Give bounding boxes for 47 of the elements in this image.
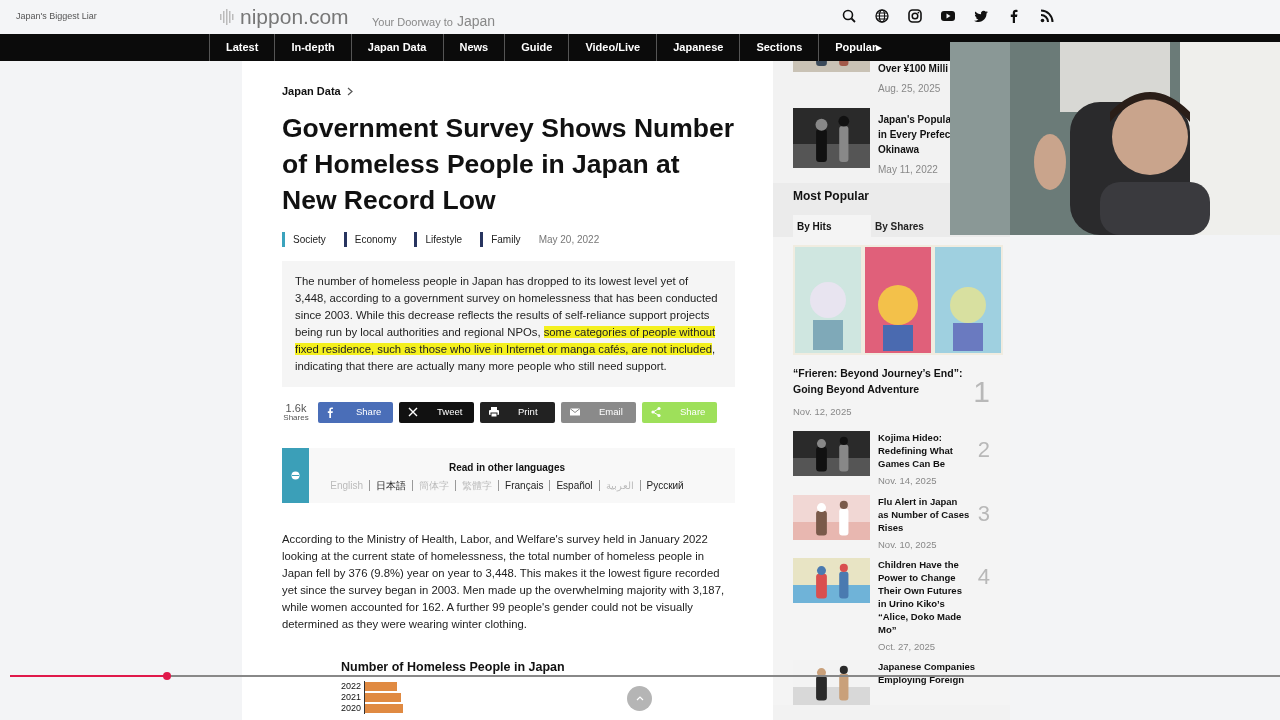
site-logo[interactable]: nippon.com bbox=[240, 6, 349, 27]
article-date: Nov. 12, 2025 bbox=[793, 405, 853, 419]
rank-number: 4 bbox=[977, 562, 990, 591]
tab[interactable]: By Shares bbox=[871, 215, 949, 237]
section-heading: Most Popular bbox=[793, 188, 870, 205]
year-label: 2020 bbox=[341, 703, 362, 715]
language-link[interactable]: 日本語 bbox=[369, 479, 413, 491]
article-date: Aug. 25, 2025 bbox=[878, 82, 942, 96]
article-link[interactable]: “Frieren: Beyond Journey’s End”: Going Beyond Adventure bbox=[793, 365, 972, 397]
article-title: Government Survey Shows Number of Homeless People in Japan at New Record Low bbox=[282, 111, 735, 217]
chart-title: Number of Homeless People in Japan bbox=[341, 658, 566, 676]
share-button[interactable]: Tweet bbox=[399, 401, 474, 423]
summary-text: The number of homeless people in Japan has dropped to its lowest level yet of 3,448, according to a government survey on homelessness that has been conducted since 2003. While this decrease reflects the results of self-reliance support projects being run by local authorities and regional NPOs, some categories of people without fixed residence, such as those who live in Internet or manga cafés, are not included, indicating that there are actually many more people who still need support. bbox=[295, 273, 719, 374]
tagline-word: Japan bbox=[456, 12, 496, 31]
category-tag[interactable]: Family bbox=[480, 231, 529, 247]
tab[interactable]: By Hits bbox=[793, 215, 871, 237]
language-link[interactable]: Español bbox=[549, 479, 599, 491]
language-link[interactable]: Français bbox=[498, 479, 550, 491]
article-link[interactable]: Kojima Hideo: Redefining What Games Can Be bbox=[878, 431, 970, 471]
rank-number: 2 bbox=[977, 436, 990, 465]
article-link[interactable]: Children Have the Power to Change Their Own Futures in Urino Kiko’s “Alice, Doko Made Mo” bbox=[878, 557, 970, 636]
year-label: 2021 bbox=[341, 692, 362, 704]
rank-number: 1 bbox=[973, 374, 990, 410]
rank-number: 3 bbox=[977, 499, 990, 528]
share-button[interactable]: Share bbox=[318, 401, 393, 423]
article-link[interactable]: Flu Alert in Japan as Number of Cases Rises bbox=[878, 494, 970, 534]
category-tag[interactable]: Economy bbox=[343, 231, 405, 247]
article-date: Oct. 27, 2025 bbox=[878, 639, 937, 654]
article-date: May 11, 2022 bbox=[878, 163, 939, 177]
category-tag[interactable]: Lifestyle bbox=[414, 231, 471, 247]
share-count: 1.6k bbox=[285, 402, 307, 414]
article-date: Nov. 10, 2025 bbox=[878, 537, 938, 552]
breadcrumb-link[interactable]: Japan Data bbox=[282, 83, 341, 100]
article-link[interactable]: Japan's Popula in Every Prefec Okinawa bbox=[878, 112, 951, 157]
year-label: 2022 bbox=[341, 681, 362, 693]
tagline: Your Doorway to bbox=[372, 15, 453, 30]
body-paragraph: According to the Ministry of Health, Labor, and Welfare's survey held in January 2022 looking at the current state of homelessness, the total number of homeless people in Japan fell by 376 (9.8%) year on year to 3,448. This makes it the lowest figure recorded yet since the survey began in 2003. Men made up the overwhelming majority with 3,187, while women accounted for 162. A further 99 people's gender could not be visually determined as they were wearing winter clothing. bbox=[282, 531, 726, 632]
publish-date: May 20, 2022 bbox=[538, 232, 600, 247]
article-link[interactable]: Japanese Companies Employing Foreign bbox=[878, 660, 990, 686]
article-link[interactable]: Over ¥100 Milli bbox=[878, 61, 949, 76]
category-tag[interactable]: Society bbox=[282, 231, 334, 247]
language-link[interactable]: Русский bbox=[639, 479, 690, 491]
share-button[interactable]: Print bbox=[480, 401, 555, 423]
article-date: Nov. 14, 2025 bbox=[878, 474, 938, 489]
video-title: Japan's Biggest Liar bbox=[16, 10, 97, 23]
languages-heading: Read in other languages bbox=[448, 460, 566, 475]
share-count-label: Shares bbox=[283, 413, 309, 422]
